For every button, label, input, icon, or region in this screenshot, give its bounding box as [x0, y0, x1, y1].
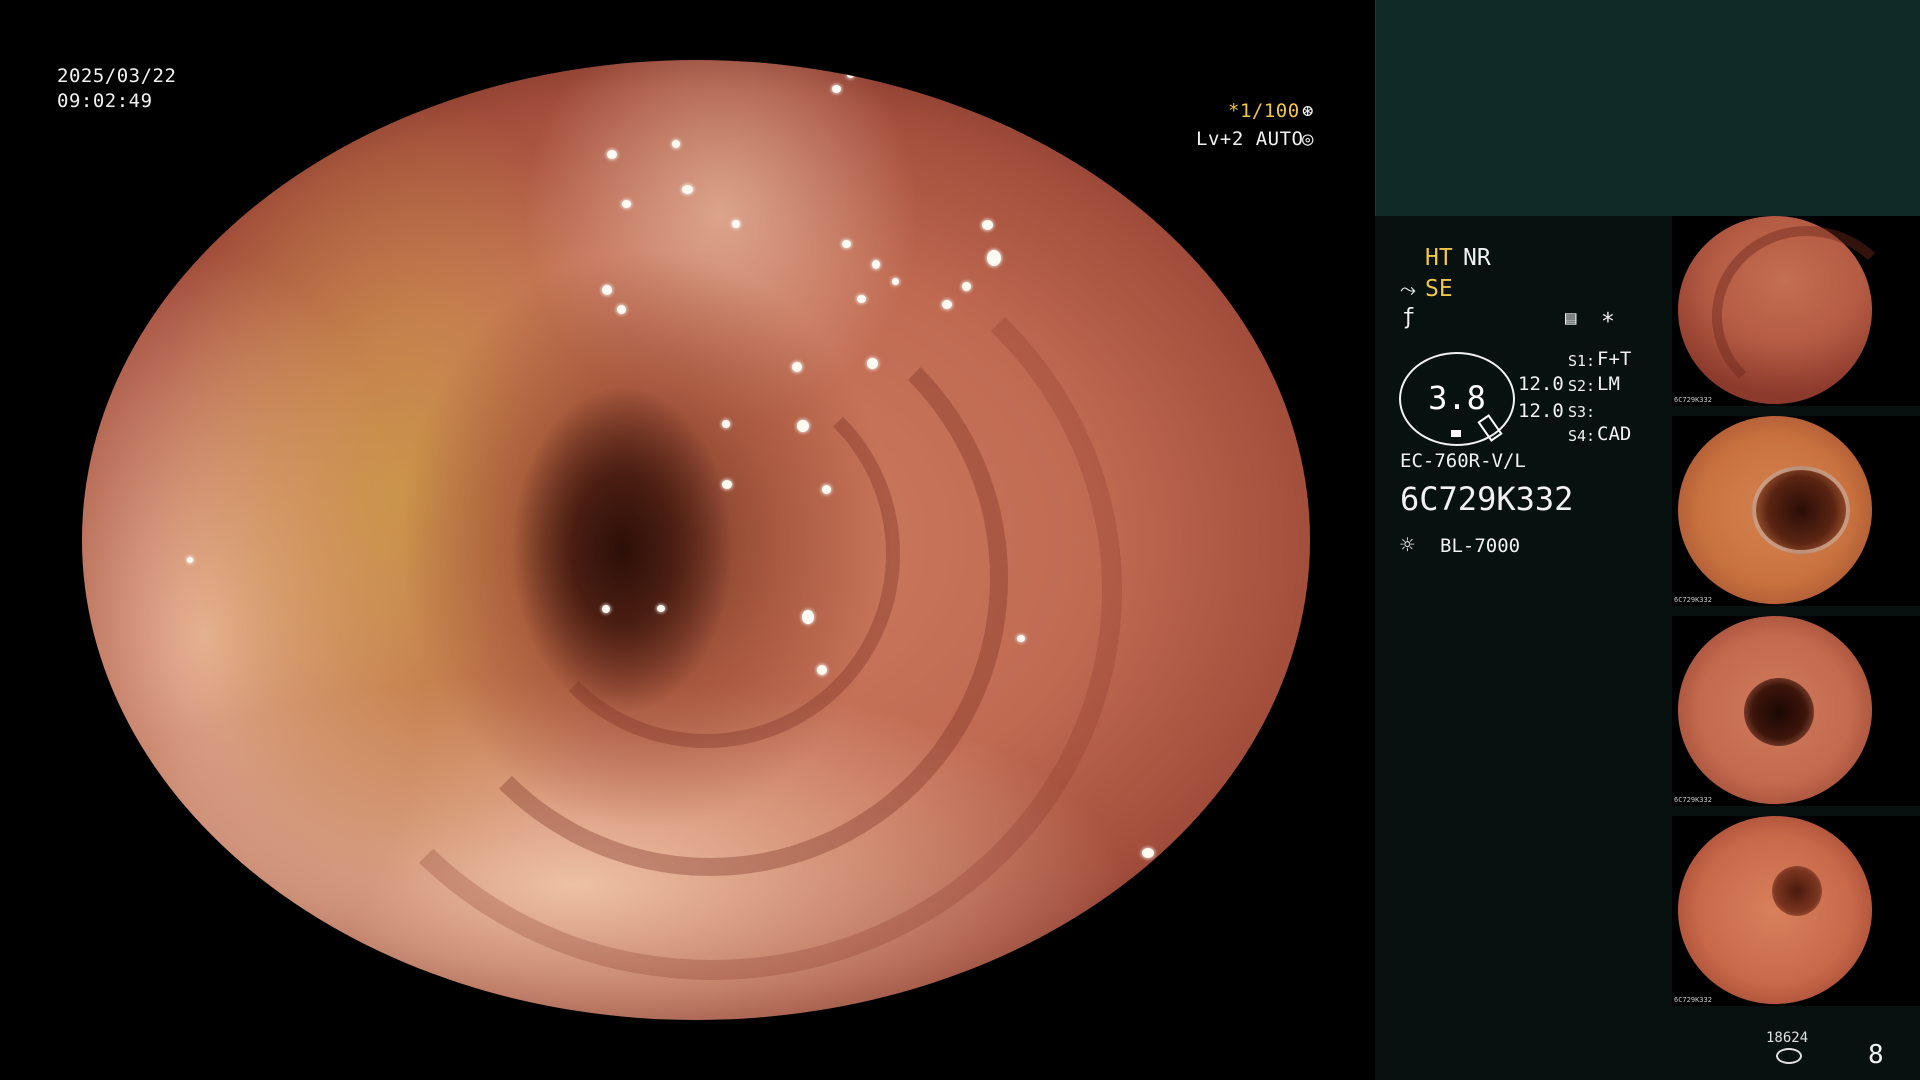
star-indicator: *	[1601, 309, 1615, 335]
endoscopy-monitor: 2025/03/22 09:02:49 *1/100 ⊛ Lv+2 AUTO ◎…	[0, 0, 1920, 1080]
thumbnail-lumen	[1752, 466, 1850, 554]
specular-highlight	[962, 282, 971, 291]
panel-header-bar	[1375, 0, 1920, 216]
specular-highlight	[817, 665, 827, 675]
specular-highlight	[802, 610, 814, 624]
specular-highlight	[682, 185, 693, 194]
scope-serial: 6C729K332	[1400, 480, 1574, 518]
specular-highlight	[892, 278, 899, 285]
gauge-marker	[1451, 430, 1461, 437]
specular-highlight	[842, 240, 851, 248]
specular-highlight	[672, 140, 680, 148]
menu-list-icon: ▤	[1565, 307, 1577, 329]
specular-highlight	[722, 420, 730, 428]
brightness-gauge: 3.8	[1399, 352, 1515, 446]
capture-thumbnail-1[interactable]: 6C729K332	[1672, 216, 1920, 406]
specular-highlight	[987, 250, 1001, 266]
s1-value: F+T	[1597, 348, 1632, 370]
storage-icon	[1776, 1048, 1802, 1064]
specular-highlight	[1017, 635, 1025, 642]
endoscope-live-view	[82, 60, 1310, 1020]
mode-nr: NR	[1463, 245, 1491, 271]
s4-label: S4:	[1568, 427, 1596, 445]
gauge-value: 3.8	[1428, 379, 1486, 417]
exposure-level: Lv+2 AUTO	[1196, 128, 1304, 150]
function-curve-icon: ƒ	[1402, 305, 1416, 330]
thumbnail-fold	[1712, 226, 1902, 406]
capture-time: 09:02:49	[57, 90, 153, 112]
specular-highlight	[602, 605, 610, 613]
thumbnail-lumen	[1772, 866, 1822, 916]
specular-highlight	[872, 260, 880, 269]
thumbnail-image	[1678, 816, 1872, 1004]
gauge-side-value-2: 12.0	[1518, 400, 1564, 422]
page-number: 8	[1868, 1040, 1884, 1070]
specular-highlight	[857, 295, 866, 303]
capture-thumbnail-2[interactable]: 6C729K332	[1672, 416, 1920, 606]
scope-model: EC-760R-V/L	[1400, 450, 1526, 472]
specular-highlight	[1016, 954, 1088, 992]
scope-tip-icon: ⤳	[1400, 277, 1416, 301]
specular-highlight	[797, 420, 809, 432]
shutter-speed: *1/100	[1228, 100, 1300, 122]
s1-label: S1:	[1568, 352, 1596, 370]
specular-highlight	[987, 88, 996, 97]
specular-highlight	[822, 485, 831, 494]
thumbnail-caption: 6C729K332	[1674, 596, 1712, 604]
thumbnail-lumen	[1744, 678, 1814, 746]
s4-value: CAD	[1597, 423, 1632, 445]
specular-highlight	[867, 358, 878, 369]
specular-highlight	[942, 300, 952, 309]
thumbnail-caption: 6C729K332	[1674, 396, 1712, 404]
specular-highlight	[187, 557, 193, 563]
capture-thumbnail-3[interactable]: 6C729K332	[1672, 616, 1920, 806]
light-source-model: BL-7000	[1440, 535, 1521, 557]
mode-ht: HT	[1425, 245, 1453, 271]
specular-highlight	[732, 220, 740, 228]
gauge-side-value-1: 12.0	[1518, 373, 1564, 395]
s3-label: S3:	[1568, 403, 1596, 421]
s2-label: S2:	[1568, 377, 1596, 395]
specular-highlight	[1142, 848, 1154, 858]
specular-highlight	[622, 200, 631, 208]
specular-highlight	[722, 480, 732, 489]
thumbnail-caption: 6C729K332	[1674, 996, 1712, 1004]
mode-se: SE	[1425, 276, 1453, 302]
specular-highlight	[607, 150, 617, 159]
specular-highlight	[792, 362, 802, 372]
specular-highlight	[847, 72, 854, 78]
aperture-icon: ⊛	[1302, 100, 1314, 122]
light-source-icon: ☼	[1400, 531, 1415, 559]
storage-counter: 18624	[1766, 1030, 1809, 1046]
specular-highlight	[982, 220, 993, 230]
specular-highlight	[832, 85, 841, 93]
specular-highlight	[1007, 115, 1017, 126]
auto-exposure-icon: ◎	[1302, 128, 1314, 150]
capture-thumbnail-4[interactable]: 6C729K332	[1672, 816, 1920, 1006]
specular-highlight	[602, 285, 612, 295]
capture-date: 2025/03/22	[57, 65, 177, 87]
mucosal-fold	[302, 200, 1122, 980]
specular-highlight	[657, 605, 665, 612]
specular-highlight	[617, 305, 626, 314]
thumbnail-caption: 6C729K332	[1674, 796, 1712, 804]
s2-value: LM	[1597, 373, 1620, 395]
